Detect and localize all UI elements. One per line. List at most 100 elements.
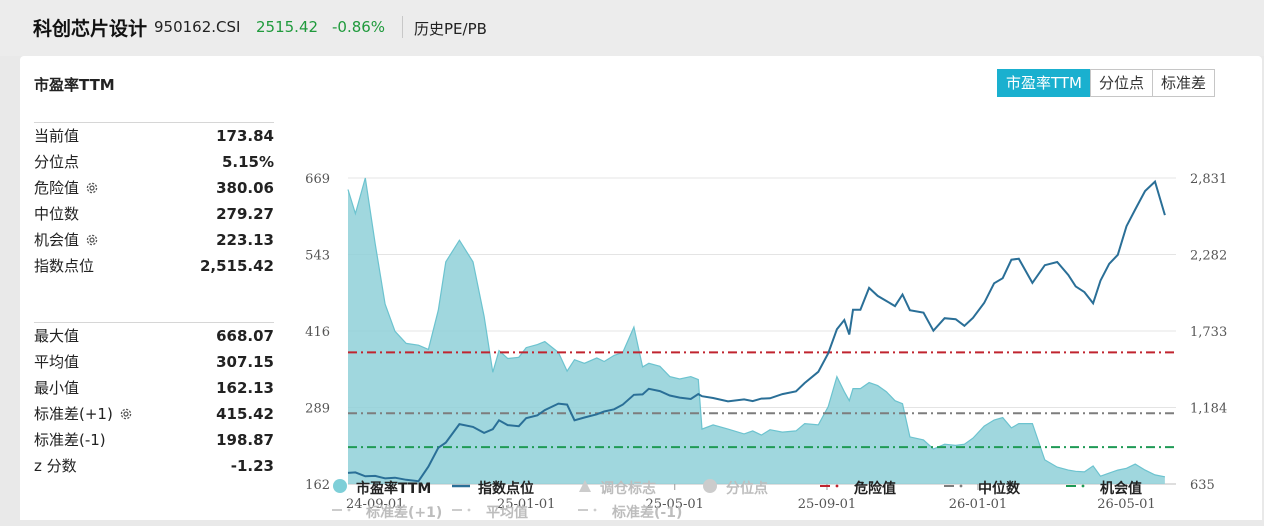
legend-item[interactable]: 危险值 <box>820 478 896 498</box>
legend-label: 平均值 <box>486 505 528 521</box>
x-tick-label: 26-01-01 <box>949 497 1007 512</box>
valuation-panel: 市盈率TTM 市盈率TTM 分位点 标准差 当前值 173.84 分位点 5.15% 危… <box>20 56 1262 522</box>
legend-dot-icon <box>702 478 718 498</box>
legend-item[interactable]: 调仓标志 <box>578 478 656 498</box>
y-right-tick-label: 2,831 <box>1190 172 1227 187</box>
stat-value: 380.06 <box>216 179 274 197</box>
stat-label-text: 标准差(-1) <box>34 431 106 449</box>
tab-pe-ttm[interactable]: 市盈率TTM <box>997 69 1092 97</box>
legend-label: 机会值 <box>1100 481 1142 497</box>
legend-dot-icon <box>332 478 348 498</box>
x-tick-label: 25-09-01 <box>798 497 856 512</box>
legend-label: 调仓标志 <box>600 481 656 497</box>
legend-dashdot-icon <box>452 503 478 521</box>
legend-item[interactable]: 指数点位 <box>452 478 534 498</box>
stat-label: 标准差(+1) <box>34 401 133 429</box>
stat-label-text: 机会值 <box>34 231 80 249</box>
legend-line-icon <box>452 479 470 497</box>
legend-dashdot-icon <box>944 479 970 497</box>
header-bar: 科创芯片设计 950162.CSI 2515.42 -0.86% 历史PE/PB <box>0 0 1264 56</box>
stat-row: 分位点 5.15% <box>34 149 274 175</box>
metric-tabs: 市盈率TTM 分位点 标准差 <box>997 69 1216 97</box>
header-divider <box>402 16 403 38</box>
tab-std-dev[interactable]: 标准差 <box>1152 69 1216 97</box>
stat-value: 173.84 <box>216 127 274 145</box>
legend-label: 分位点 <box>726 481 768 497</box>
stat-label: 指数点位 <box>34 253 94 279</box>
settings-gear-icon[interactable] <box>85 177 99 203</box>
y-right-tick-label: 2,282 <box>1190 249 1227 264</box>
stat-label-text: 危险值 <box>34 179 80 197</box>
stat-label-text: 分位点 <box>34 153 80 171</box>
stat-label: 当前值 <box>34 123 79 149</box>
index-change: -0.86% <box>332 18 386 36</box>
stat-label-text: 最大值 <box>34 327 80 345</box>
stat-row: 中位数 279.27 <box>34 201 274 227</box>
stat-value: 279.27 <box>216 205 274 223</box>
stat-value: 162.13 <box>216 379 274 397</box>
stat-value: 198.87 <box>216 431 274 449</box>
legend-item[interactable]: 机会值 <box>1066 478 1142 498</box>
legend-item[interactable]: 分位点 <box>702 478 768 498</box>
legend-label: 危险值 <box>854 481 896 497</box>
legend-label: 标准差(-1) <box>612 505 683 521</box>
y-left-tick-label: 289 <box>305 402 330 417</box>
stat-label-text: z 分数 <box>34 457 77 475</box>
legend-label: 中位数 <box>978 481 1020 497</box>
stat-row: 指数点位 2,515.42 <box>34 253 274 279</box>
legend-label: 指数点位 <box>478 481 534 497</box>
y-axis-left-labels: 669 543 416 289 162 <box>305 172 330 493</box>
stat-value: 415.42 <box>216 405 274 423</box>
stat-value: 668.07 <box>216 327 274 345</box>
stat-label-text: 平均值 <box>34 353 80 371</box>
y-right-tick-label: 635 <box>1190 478 1215 493</box>
legend-item[interactable]: 标准差(-1) <box>578 502 682 522</box>
stats-top: 当前值 173.84 分位点 5.15% 危险值 380.06 中位数 279.27 机会值 22… <box>34 123 274 279</box>
stat-label-text: 中位数 <box>34 205 80 223</box>
y-left-tick-label: 162 <box>305 478 330 493</box>
stat-row: 最小值 162.13 <box>34 375 274 401</box>
y-axis-right-labels: 2,831 2,282 1,733 1,184 635 <box>1190 172 1227 493</box>
legend-item[interactable]: 市盈率TTM <box>332 478 431 498</box>
legend-item[interactable]: 标准差(+1) <box>332 502 442 522</box>
stat-label: 平均值 <box>34 349 79 375</box>
stats-bottom: 最大值 668.07 平均值 307.15 最小值 162.13 标准差(+1) 415.42… <box>34 323 274 479</box>
settings-gear-icon[interactable] <box>85 229 99 255</box>
stat-label: 最大值 <box>34 323 79 349</box>
stat-row: 危险值 380.06 <box>34 175 274 201</box>
stat-label-text: 指数点位 <box>34 257 95 275</box>
stat-label: 标准差(-1) <box>34 427 106 453</box>
history-pe-pb-link[interactable]: 历史PE/PB <box>414 18 487 39</box>
stat-row: 机会值 223.13 <box>34 227 274 253</box>
tab-percentile[interactable]: 分位点 <box>1090 69 1154 97</box>
stat-label: 分位点 <box>34 149 79 175</box>
stat-row: 标准差(+1) 415.42 <box>34 401 274 427</box>
stat-row: 平均值 307.15 <box>34 349 274 375</box>
stat-value: 2,515.42 <box>199 257 274 275</box>
stat-value: -1.23 <box>230 457 274 475</box>
y-left-tick-label: 416 <box>305 325 330 340</box>
y-left-tick-label: 543 <box>305 249 330 264</box>
stat-label: 最小值 <box>34 375 79 401</box>
legend-label: 市盈率TTM <box>356 481 432 497</box>
legend-dashdot-icon <box>820 479 846 497</box>
index-code: 950162.CSI <box>154 18 241 36</box>
stat-row: z 分数 -1.23 <box>34 453 274 479</box>
stat-row: 最大值 668.07 <box>34 323 274 349</box>
legend-label: 标准差(+1) <box>366 505 443 521</box>
stat-label-text: 当前值 <box>34 127 80 145</box>
stat-label-text: 标准差(+1) <box>34 405 113 423</box>
index-price: 2515.42 <box>256 18 319 36</box>
y-right-tick-label: 1,733 <box>1190 325 1227 340</box>
legend-dashdot-icon <box>1066 479 1092 497</box>
index-name: 科创芯片设计 <box>33 18 148 40</box>
y-left-tick-label: 669 <box>305 172 330 187</box>
stat-value: 5.15% <box>221 153 274 171</box>
stat-label: 机会值 <box>34 227 99 255</box>
settings-gear-icon[interactable] <box>119 403 133 429</box>
legend-dashdot-icon <box>578 503 604 521</box>
legend-item[interactable]: 中位数 <box>944 478 1020 498</box>
panel-title: 市盈率TTM <box>34 76 115 94</box>
pe-chart: 669543416289162 2,8312,2821,7331,184635 … <box>305 172 1227 512</box>
legend-item[interactable]: 平均值 <box>452 502 528 522</box>
